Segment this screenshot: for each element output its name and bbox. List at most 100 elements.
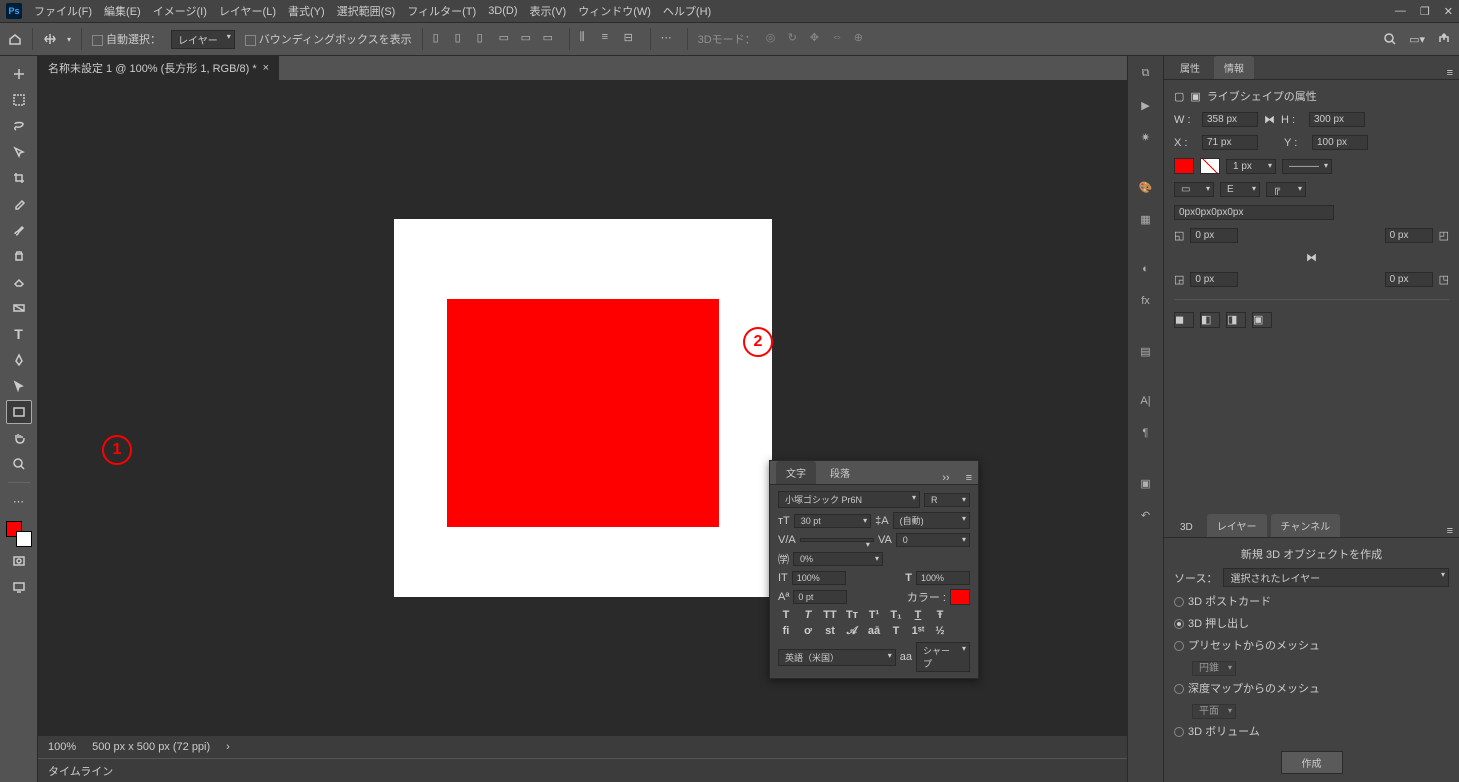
radio-extrude[interactable] (1174, 619, 1184, 629)
menu-window[interactable]: ウィンドウ(W) (578, 3, 651, 19)
pen-tool[interactable] (6, 348, 32, 372)
pathop-1-icon[interactable]: ◼ (1174, 312, 1194, 328)
x-input[interactable]: 71 px (1202, 135, 1258, 150)
screenmode-tool[interactable] (6, 575, 32, 599)
tab-info[interactable]: 情報 (1214, 56, 1254, 79)
swatches-panel-icon[interactable]: ▦ (1135, 208, 1157, 230)
dist-sp-icon[interactable]: ⊟ (624, 31, 640, 47)
strike-button[interactable]: Ŧ (932, 609, 948, 621)
zoom-tool[interactable] (6, 452, 32, 476)
menu-type[interactable]: 書式(Y) (288, 3, 325, 19)
menu-filter[interactable]: フィルター(T) (407, 3, 476, 19)
maximize-icon[interactable]: ❐ (1420, 5, 1430, 18)
allcaps-button[interactable]: TT (822, 609, 838, 621)
align-hcenter-icon[interactable]: ▯ (455, 31, 471, 47)
discretionary-button[interactable]: st (822, 625, 838, 638)
panel-menu-icon[interactable]: ≡ (960, 472, 978, 484)
zoom3d-icon[interactable]: ⊕ (854, 31, 870, 47)
dist-h-icon[interactable]: ⫼ (580, 31, 596, 47)
actions-panel-icon[interactable]: ▶ (1135, 94, 1157, 116)
search-icon[interactable] (1383, 32, 1397, 46)
char-color-swatch[interactable] (950, 589, 970, 605)
lang-select[interactable]: 英語（米国） (778, 649, 896, 666)
baseline-input[interactable]: 0 pt (793, 590, 847, 604)
pathop-3-icon[interactable]: ◨ (1226, 312, 1246, 328)
radius-bl-input[interactable]: 0 px (1190, 272, 1238, 287)
bold-button[interactable]: T (778, 609, 794, 621)
home-icon[interactable] (8, 32, 22, 46)
canvas[interactable] (394, 219, 772, 597)
tab-paragraph[interactable]: 段落 (820, 461, 860, 484)
height-input[interactable]: 300 px (1309, 112, 1365, 127)
crop-tool[interactable] (6, 166, 32, 190)
italic-button[interactable]: T (800, 609, 816, 621)
gradient-tool[interactable] (6, 296, 32, 320)
swash-button[interactable]: 𝒜 (844, 625, 860, 638)
orbit-icon[interactable]: ◎ (766, 31, 782, 47)
hand-tool[interactable] (6, 426, 32, 450)
close-icon[interactable]: ✕ (1444, 5, 1453, 18)
adjustments-panel-icon[interactable]: ◐ (1135, 258, 1157, 280)
edit-toolbar[interactable]: ⋯ (6, 489, 32, 513)
canvas-area[interactable]: 1 2 文字 段落 ›› ≡ 小塚ゴシック Pr6NR тT30 pt‡A(自動… (38, 80, 1127, 736)
preset-select[interactable]: 円錐 (1192, 661, 1236, 676)
menu-edit[interactable]: 編集(E) (104, 3, 141, 19)
libraries-panel-icon[interactable]: ▤ (1135, 340, 1157, 362)
menu-3d[interactable]: 3D(D) (488, 5, 517, 17)
color-panel-icon[interactable]: 🎨 (1135, 176, 1157, 198)
quick-select-tool[interactable] (6, 140, 32, 164)
share-icon[interactable] (1437, 32, 1451, 46)
tab-properties[interactable]: 属性 (1170, 56, 1210, 79)
radio-depth[interactable] (1174, 684, 1184, 694)
tab-close-icon[interactable]: × (263, 62, 269, 74)
auto-select-checkbox[interactable] (92, 35, 103, 46)
pathop-2-icon[interactable]: ◧ (1200, 312, 1220, 328)
antialias-select[interactable]: シャープ (916, 642, 970, 672)
stroke-caps-select[interactable]: E (1220, 182, 1260, 197)
font-family-select[interactable]: 小塚ゴシック Pr6N (778, 491, 920, 508)
red-rectangle-shape[interactable] (447, 299, 719, 527)
more-icon[interactable]: ⋯ (661, 31, 677, 47)
panel-collapse-icon[interactable]: ›› (936, 472, 955, 484)
tab-channels[interactable]: チャンネル (1271, 514, 1341, 537)
align-right-icon[interactable]: ▯ (477, 31, 493, 47)
status-chevron-icon[interactable]: › (226, 741, 230, 753)
font-style-select[interactable]: R (924, 493, 970, 507)
radio-preset[interactable] (1174, 641, 1184, 651)
align-vcenter-icon[interactable]: ▭ (521, 31, 537, 47)
pathop-4-icon[interactable]: ▣ (1252, 312, 1272, 328)
roll-icon[interactable]: ↻ (788, 31, 804, 47)
character-dock-icon[interactable]: A| (1135, 390, 1157, 412)
kerning-input[interactable] (800, 538, 874, 542)
eraser-tool[interactable] (6, 270, 32, 294)
tab-layers[interactable]: レイヤー (1207, 514, 1267, 537)
move-tool-icon[interactable] (43, 32, 57, 46)
underline-button[interactable]: T (910, 609, 926, 621)
ordinal-button[interactable]: 1ˢᵗ (910, 625, 926, 638)
bbox-checkbox[interactable] (245, 35, 256, 46)
dist-v-icon[interactable]: ≡ (602, 31, 618, 47)
stroke-width-input[interactable]: 1 px (1226, 159, 1276, 174)
history-panel-icon[interactable]: ⧉ (1135, 62, 1157, 84)
create-button[interactable]: 作成 (1281, 751, 1343, 774)
quickmask-tool[interactable] (6, 549, 32, 573)
ligature-button[interactable]: fi (778, 625, 794, 638)
path-select-tool[interactable] (6, 374, 32, 398)
depth-select[interactable]: 平面 (1192, 704, 1236, 719)
align-bottom-icon[interactable]: ▭ (543, 31, 559, 47)
tab-timeline[interactable]: タイムライン (48, 763, 113, 779)
smallcaps-button[interactable]: Tт (844, 609, 860, 621)
stylistic-button[interactable]: aā (866, 625, 882, 638)
width-input[interactable]: 358 px (1202, 112, 1258, 127)
link-radii-icon[interactable]: ⧓ (1306, 251, 1317, 264)
titling-button[interactable]: T (888, 625, 904, 638)
background-swatch[interactable] (16, 531, 32, 547)
superscript-button[interactable]: T¹ (866, 609, 882, 621)
brushes-panel-icon[interactable]: ✷ (1135, 126, 1157, 148)
scale-input[interactable]: 0% (793, 552, 883, 566)
stroke-corners-select[interactable]: ╔ (1266, 182, 1306, 197)
undo-dock-icon[interactable]: ↶ (1135, 504, 1157, 526)
rectangle-tool[interactable] (6, 400, 32, 424)
menu-select[interactable]: 選択範囲(S) (337, 3, 396, 19)
tab-3d[interactable]: 3D (1170, 518, 1203, 537)
